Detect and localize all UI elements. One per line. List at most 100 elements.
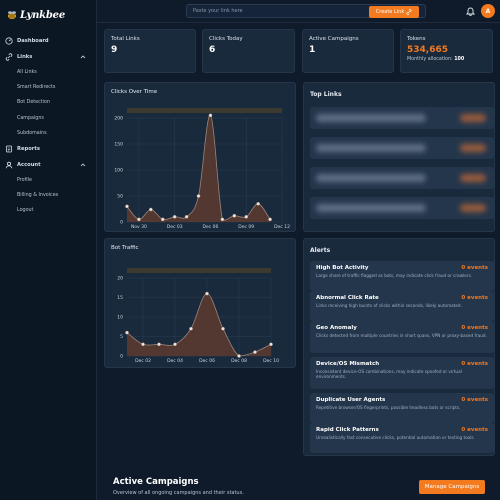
- stat-card-total-links: Total Links 9: [104, 29, 196, 73]
- report-icon: [6, 145, 12, 153]
- alert-count: 0 events: [461, 397, 488, 403]
- user-icon: [5, 161, 13, 169]
- manage-campaigns-button[interactable]: Manage Campaigns: [419, 480, 485, 494]
- sidebar-item-bot-detection[interactable]: Bot Detection: [0, 95, 97, 110]
- sidebar-item-smart-redirects[interactable]: Smart Redirects: [0, 80, 97, 95]
- bell-icon[interactable]: [466, 6, 475, 16]
- bot-traffic-chart: 0 5 10 15 20 Dec 02 Dec 04 Dec 06 Dec 08 Dec 10: [117, 268, 279, 364]
- alert-item[interactable]: Geo Anomaly 0 events Clicks detected fro…: [310, 321, 494, 353]
- series-area: [127, 115, 271, 222]
- x-tick-label: Dec 09: [238, 224, 254, 230]
- active-campaigns-title: Active Campaigns: [113, 477, 199, 487]
- sidebar-item-all-links[interactable]: All Links: [0, 65, 97, 80]
- series-area: [127, 293, 271, 356]
- stat-label: Active Campaigns: [309, 36, 359, 42]
- data-point: [269, 342, 273, 347]
- sidebar-item-profile[interactable]: Profile: [0, 173, 97, 188]
- x-tick-label: Nov 30: [131, 224, 147, 230]
- x-tick-label: Dec 04: [167, 358, 183, 364]
- x-tick-label: Dec 06: [203, 224, 219, 230]
- alert-count: 0 events: [461, 325, 488, 331]
- data-point: [256, 202, 260, 206]
- x-tick-label: Dec 03: [167, 224, 183, 230]
- data-point: [184, 214, 189, 219]
- y-tick-label: 200: [114, 116, 123, 122]
- link-input-placeholder: Paste your link here: [193, 8, 243, 14]
- x-tick-label: Dec 08: [231, 358, 247, 364]
- alert-item[interactable]: High Bot Activity 0 events Large share o…: [310, 261, 494, 291]
- y-tick-label: 10: [117, 315, 123, 321]
- sidebar-item-logout[interactable]: Logout: [0, 203, 97, 218]
- sidebar-item-dashboard[interactable]: Dashboard: [0, 33, 97, 49]
- chevron-up-icon[interactable]: [80, 162, 86, 168]
- alert-description: Clicks detected from multiple countries …: [316, 333, 487, 338]
- allocation-label: Monthly allocation:: [407, 57, 453, 62]
- sidebar-item-label: Account: [17, 161, 41, 168]
- sidebar-item-label: Links: [17, 54, 33, 60]
- sidebar-nav: Dashboard Links All Links Smart Redirect…: [0, 33, 97, 219]
- app-name: Lynkbee: [20, 9, 66, 21]
- sidebar-item-campaigns[interactable]: Campaigns: [0, 111, 97, 126]
- x-tick-label: Dec 12: [274, 224, 290, 230]
- x-tick-label: Dec 06: [199, 358, 215, 364]
- alert-count: 0 events: [461, 427, 488, 433]
- data-point: [149, 207, 153, 212]
- stat-label: Tokens: [407, 36, 426, 42]
- data-point: [208, 113, 213, 118]
- app-logo[interactable]: Lynkbee: [6, 9, 65, 21]
- stat-value: 6: [209, 45, 216, 55]
- create-link-button[interactable]: Create Link: [369, 6, 419, 18]
- topbar: Paste your link here Create Link A: [97, 0, 500, 23]
- top-link-row[interactable]: [310, 137, 494, 159]
- data-point: [268, 217, 272, 222]
- y-tick-label: 0: [120, 220, 123, 226]
- y-tick-label: 100: [114, 168, 123, 174]
- top-links-panel: Top Links: [303, 82, 495, 232]
- stat-label: Total Links: [111, 36, 140, 42]
- data-point: [189, 326, 193, 331]
- data-point: [253, 350, 257, 354]
- y-tick-label: 150: [114, 142, 123, 148]
- stat-value: 1: [309, 45, 316, 55]
- sidebar-item-label: Reports: [17, 145, 40, 152]
- stat-card-clicks-today: Clicks Today 6: [202, 29, 295, 73]
- alert-item[interactable]: Abnormal Click Rate 0 events Links recei…: [310, 291, 494, 321]
- sidebar-item-links[interactable]: Links: [0, 49, 97, 65]
- alert-item[interactable]: Duplicate User Agents 0 events Repetitiv…: [310, 393, 494, 423]
- alert-item[interactable]: Device/OS Mismatch 0 events Inconsistent…: [310, 357, 494, 389]
- data-point: [125, 204, 129, 209]
- alert-description: Inconsistent device-OS combinations, may…: [316, 369, 462, 380]
- alert-count: 0 events: [461, 295, 488, 301]
- stat-value: 9: [111, 45, 118, 55]
- alerts-panel: Alerts High Bot Activity 0 events Large …: [303, 238, 495, 456]
- top-link-row[interactable]: [310, 107, 494, 129]
- y-tick-label: 0: [120, 354, 123, 360]
- alert-description: Unrealistically fast consecutive clicks,…: [316, 435, 475, 440]
- top-link-row[interactable]: [310, 197, 494, 219]
- link-input[interactable]: Paste your link here Create Link: [186, 4, 426, 18]
- alert-description: Large share of traffic flagged as bots, …: [316, 273, 473, 278]
- alert-count: 0 events: [461, 361, 488, 367]
- clicks-over-time-panel: Clicks Over Time 0 50 100 150 200 Nov 30 Dec 0…: [104, 82, 296, 232]
- sidebar-item-account[interactable]: Account: [0, 157, 97, 173]
- sidebar-item-reports[interactable]: Reports: [0, 141, 97, 157]
- data-point: [173, 342, 177, 347]
- tokens-value: 534,665: [407, 45, 448, 55]
- dashboard-icon: [5, 37, 13, 45]
- chevron-up-icon[interactable]: [80, 54, 86, 60]
- y-tick-label: 15: [117, 295, 123, 301]
- data-point: [141, 342, 145, 347]
- sidebar-item-billing[interactable]: Billing & Invoices: [0, 188, 97, 203]
- avatar[interactable]: A: [481, 4, 495, 18]
- data-point: [157, 342, 161, 347]
- data-point: [125, 330, 129, 335]
- top-link-row[interactable]: [310, 167, 494, 189]
- chart-header-strip: [127, 268, 271, 273]
- stat-label: Clicks Today: [209, 36, 243, 42]
- data-point: [244, 214, 249, 219]
- tokens-allocation: Monthly allocation: 100: [407, 57, 486, 62]
- alert-description: Links receiving high bursts of clicks wi…: [316, 303, 462, 308]
- create-link-label: Create Link: [375, 9, 405, 15]
- alert-item[interactable]: Rapid Click Patterns 0 events Unrealisti…: [310, 423, 494, 453]
- sidebar-item-subdomains[interactable]: Subdomains: [0, 126, 97, 141]
